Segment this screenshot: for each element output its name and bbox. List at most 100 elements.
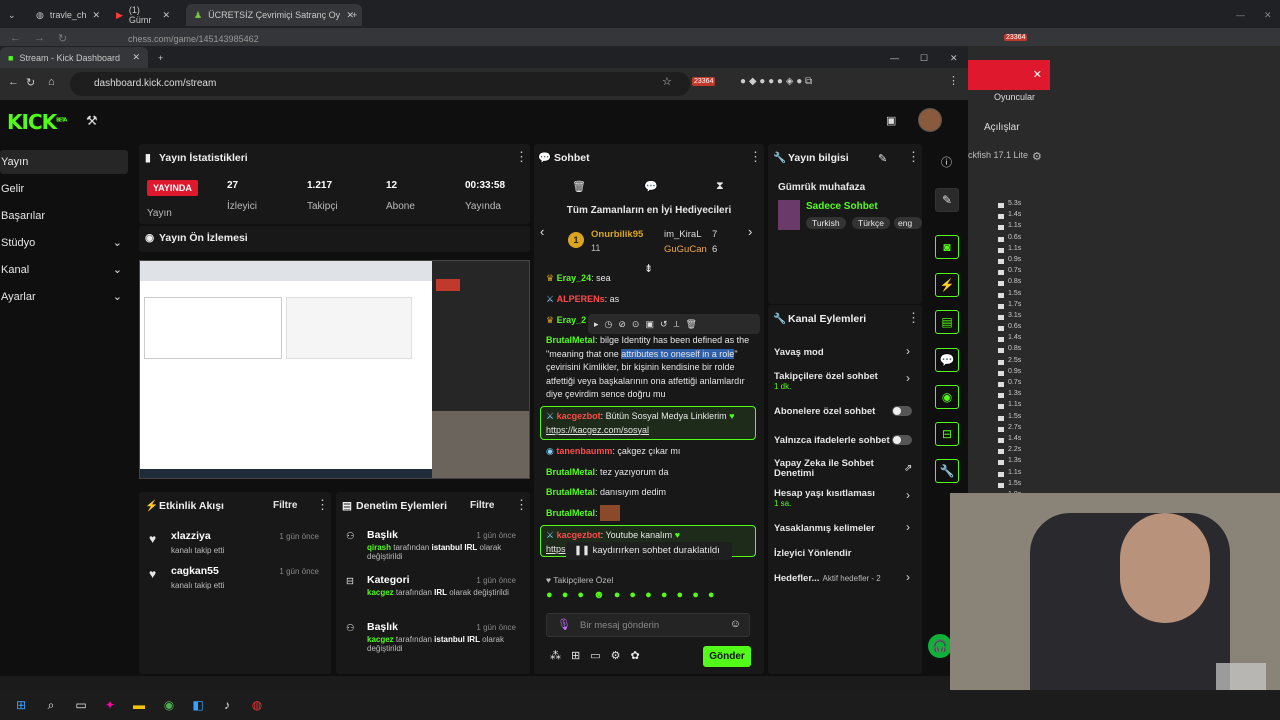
task-view-icon[interactable]: ▭ [72, 696, 90, 714]
chrome-icon[interactable]: ◉ [160, 696, 178, 714]
chat-paused-banner[interactable]: ❚❚ kaydırırken sohbet duraklatıldı [566, 542, 732, 560]
hammer-icon[interactable]: ⚒ [86, 113, 98, 129]
inner-tab[interactable]: ■ Stream - Kick Dashboard ✕ [0, 47, 148, 68]
kebab-icon[interactable] [515, 149, 528, 165]
tiktok-icon[interactable]: ♪ [218, 696, 236, 714]
edit-icon[interactable]: ✎ [878, 152, 887, 165]
sidebar-item-basarilar[interactable]: Başarılar [0, 204, 128, 228]
minimize-icon[interactable]: — [1228, 4, 1253, 26]
close-window-icon[interactable]: ✕ [942, 47, 966, 69]
windows-start-icon[interactable]: ⊞ [12, 696, 30, 714]
close-icon[interactable]: ✕ [162, 10, 170, 21]
maximize-icon[interactable]: ☐ [912, 47, 936, 69]
url-field[interactable]: dashboard.kick.com/stream [70, 72, 690, 96]
new-tab-button[interactable]: + [344, 4, 365, 26]
info-icon[interactable]: ⓘ [941, 154, 952, 170]
openings-tab[interactable]: Açılışlar [984, 122, 1020, 133]
external-link-icon[interactable]: ⇗ [904, 463, 912, 474]
reload-icon[interactable]: ↻ [58, 32, 67, 45]
outer-tab-3[interactable]: ♟ ÜCRETSİZ Çevrimiçi Satranç Oy ✕ [186, 4, 362, 26]
stream-preview[interactable] [139, 260, 530, 479]
minimize-icon[interactable]: — [882, 47, 907, 69]
outer-tab-1[interactable]: ◍ travle_ch ✕ [28, 4, 108, 26]
close-icon[interactable]: ✕ [1033, 68, 1042, 81]
document-icon[interactable]: ▤ [935, 310, 959, 334]
gifter-name[interactable]: Onurbilik95 [591, 229, 643, 240]
microphone-icon[interactable]: 🎙 [557, 618, 571, 631]
chat-user[interactable]: BrutalMetal [546, 467, 595, 477]
chat-icon[interactable]: 💬 [935, 348, 959, 372]
chat-user[interactable]: Eray_24 [557, 273, 592, 283]
new-tab-button[interactable]: + [150, 47, 171, 69]
avatar[interactable] [918, 108, 942, 132]
action-raid[interactable]: İzleyici Yönlendir [774, 547, 922, 559]
chevron-right-icon[interactable]: › [748, 224, 752, 239]
chat-user[interactable]: BrutalMetal [546, 508, 595, 518]
close-icon[interactable]: ✕ [92, 10, 100, 21]
sidebar-item-ayarlar[interactable]: Ayarlar ⌄ [0, 285, 128, 309]
chat-user[interactable]: BrutalMetal [546, 487, 595, 497]
chat-user[interactable]: BrutalMetal [546, 335, 595, 345]
obs-icon[interactable]: ◍ [248, 696, 266, 714]
wrench-icon[interactable]: 🔧 [935, 459, 959, 483]
gifter-name[interactable]: im_KiraL [664, 229, 702, 240]
extensions-icons[interactable]: ● ◆ ● ● ● ◈ ● ⧉ [740, 76, 812, 87]
copilot-icon[interactable]: ✦ [101, 696, 119, 714]
lightning-icon[interactable]: ⚡ [935, 273, 959, 297]
chat-link[interactable]: https [546, 544, 566, 554]
players-tab[interactable]: Oyuncular [994, 92, 1035, 102]
headset-support-icon[interactable]: 🎧 [928, 634, 952, 658]
gear-icon[interactable]: ⚙ [1032, 150, 1042, 163]
kick-logo[interactable]: KICKBETA [7, 110, 67, 134]
category-name[interactable]: Sadece Sohbet [806, 201, 878, 212]
forward-icon[interactable]: → [34, 32, 45, 44]
search-icon[interactable]: ⌕ [42, 696, 60, 714]
close-window-icon[interactable]: ✕ [1256, 4, 1280, 26]
chat-link[interactable]: https://kacgez.com/sosyal [546, 425, 649, 435]
back-icon[interactable]: ← [8, 76, 19, 88]
kebab-icon[interactable] [316, 497, 329, 513]
action-goals[interactable]: Hedefler... Aktif hedefler - 2 › [774, 570, 922, 584]
moderator-name[interactable]: qirash [367, 543, 391, 552]
kebab-icon[interactable] [515, 497, 528, 513]
chat-options-icon[interactable]: 💬 [644, 180, 658, 193]
action-ai-moderation[interactable]: Yapay Zeka ile Sohbet Denetimi [774, 459, 894, 479]
moderator-name[interactable]: kacgez [367, 588, 394, 597]
broadcast-icon[interactable]: ▣ [886, 114, 896, 127]
hourglass-icon[interactable]: ⧗ [716, 180, 724, 193]
app-icon[interactable]: ◧ [189, 696, 207, 714]
outer-url[interactable]: chess.com/game/145143985462 [128, 34, 259, 44]
emoji-icon[interactable]: ☺ [730, 618, 741, 630]
gifter-name[interactable]: GuGuCan [664, 244, 707, 255]
kebab-icon[interactable] [749, 149, 762, 165]
bookmark-star-icon[interactable]: ☆ [662, 75, 672, 88]
toggle-switch[interactable] [892, 435, 912, 445]
radio-icon[interactable]: ◉ [935, 385, 959, 409]
chat-user[interactable]: kacgezbot [557, 530, 601, 540]
file-explorer-icon[interactable]: ▬ [130, 696, 148, 714]
action-banned-words[interactable]: Yasaklanmış kelimeler › [774, 520, 922, 534]
browser-menu-icon[interactable]: ⋮ [948, 74, 959, 87]
back-icon[interactable]: ← [10, 32, 21, 44]
kebab-icon[interactable] [907, 310, 920, 326]
chat-user[interactable]: tanenbaumm [556, 446, 612, 456]
chevron-left-icon[interactable]: ‹ [540, 224, 544, 239]
layout-icon[interactable]: ⊟ [935, 422, 959, 446]
chat-user[interactable]: Eray_2 [557, 315, 587, 325]
emote-bar[interactable]: ● ● ● ☻ ● ● ● ● ● ● ● [546, 589, 756, 607]
reload-icon[interactable]: ↻ [26, 76, 35, 89]
send-button[interactable]: Gönder [703, 646, 751, 667]
sidebar-item-studyo[interactable]: Stüdyo ⌄ [0, 231, 128, 255]
action-subs-only[interactable]: Abonelere özel sohbet [774, 405, 922, 417]
chat-tools[interactable]: ⁂⊞▭⚙✿ [550, 649, 650, 662]
camera-icon[interactable]: ◙ [935, 235, 959, 259]
filter-button[interactable]: Filtre [470, 500, 494, 511]
chat-input[interactable]: 🎙 Bir mesaj gönderin ☺ [546, 613, 750, 637]
sidebar-item-kanal[interactable]: Kanal ⌄ [0, 258, 128, 282]
action-account-age[interactable]: Hesap yaşı kısıtlaması 1 sa. › [774, 488, 922, 508]
close-icon[interactable]: ✕ [132, 52, 140, 63]
action-emote-only[interactable]: Yalnızca ifadelerle sohbet [774, 434, 922, 446]
chat-user[interactable]: ALPERENs [557, 294, 605, 304]
home-icon[interactable]: ⌂ [48, 76, 55, 88]
toggle-switch[interactable] [892, 406, 912, 416]
